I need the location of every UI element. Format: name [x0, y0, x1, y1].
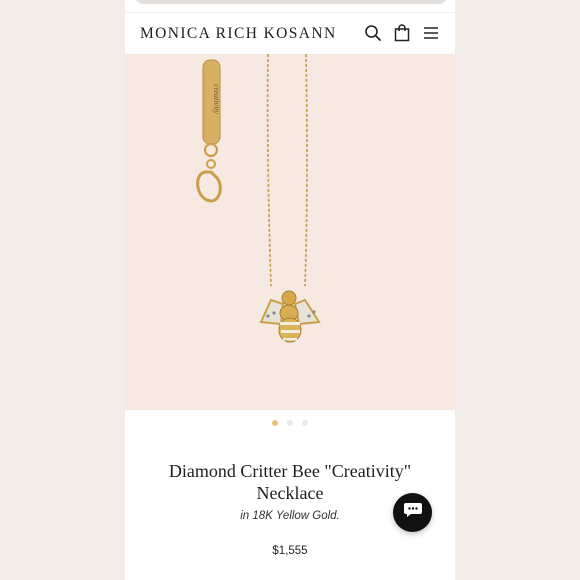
brand-logo[interactable]: MONICA RICH KOSANN — [140, 25, 337, 43]
carousel-dot-2[interactable] — [287, 420, 293, 426]
bee-pendant — [259, 290, 321, 343]
site-header: MONICA RICH KOSANN — [125, 12, 455, 55]
carousel-dot-1[interactable] — [272, 420, 278, 426]
carousel-dot-3[interactable] — [302, 420, 308, 426]
chat-button[interactable] — [393, 493, 432, 532]
carousel-indicator — [125, 420, 455, 426]
product-page: MONICA RICH KOSANN creativity Diamond Cr… — [125, 0, 455, 580]
chat-bubble-icon — [403, 501, 423, 524]
product-title-line-1: Diamond Critter Bee "Creativity" — [168, 461, 412, 481]
hamburger-menu-icon[interactable] — [421, 23, 441, 43]
lobster-clasp — [196, 170, 222, 203]
product-image[interactable]: creativity — [125, 53, 455, 410]
tag-engraving-text: creativity — [212, 84, 221, 114]
shopping-bag-icon[interactable] — [392, 23, 412, 43]
product-price: $1,555 — [272, 545, 308, 557]
browser-bar-edge — [135, 0, 447, 4]
engraved-tag: creativity — [202, 59, 221, 145]
search-icon[interactable] — [363, 23, 383, 43]
